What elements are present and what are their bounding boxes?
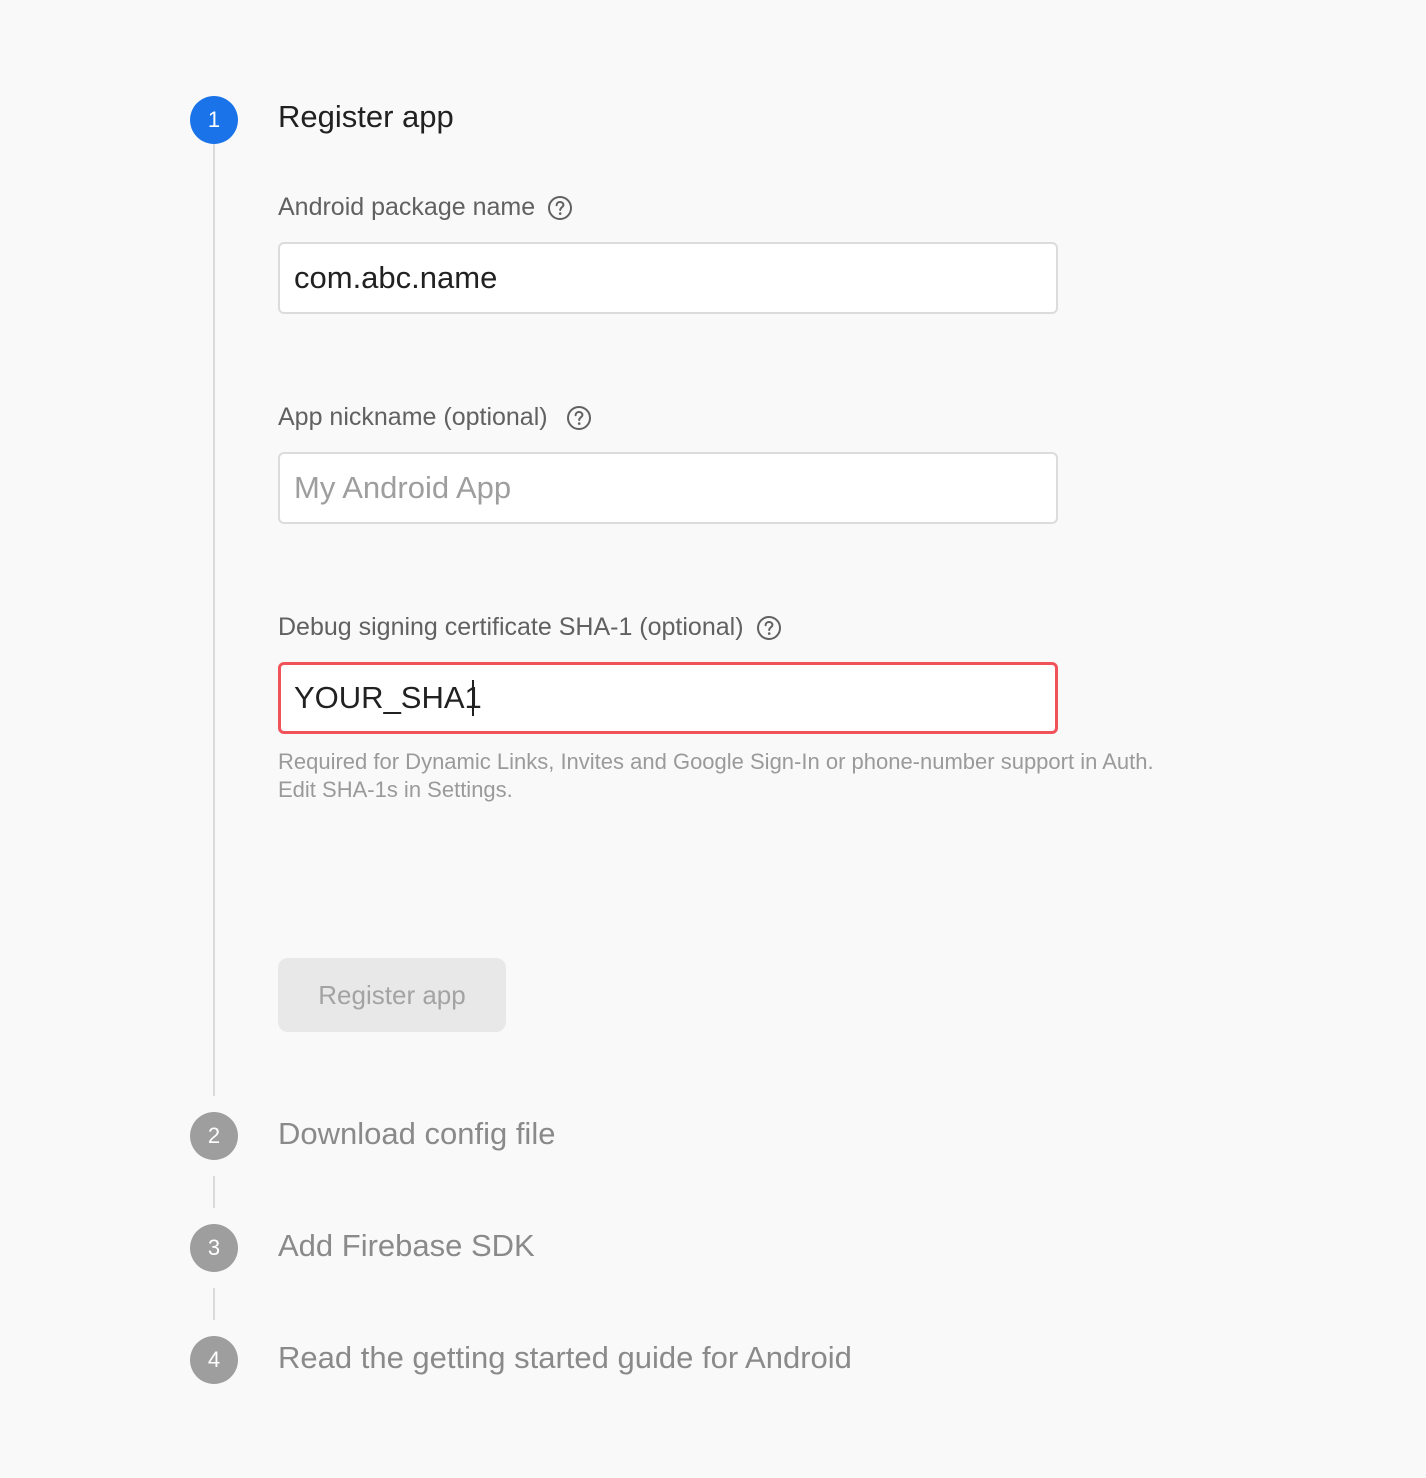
package-name-input[interactable]: [278, 242, 1058, 314]
app-nickname-input[interactable]: [278, 452, 1058, 524]
sha1-label: Debug signing certificate SHA-1 (optiona…: [278, 613, 782, 642]
step-title[interactable]: Add Firebase SDK: [278, 1228, 535, 1264]
step-connector-line: [213, 144, 215, 1096]
step-connector-line: [213, 1176, 215, 1208]
help-icon[interactable]: [547, 195, 573, 221]
help-icon[interactable]: [566, 405, 592, 431]
text-cursor: [472, 680, 474, 716]
step-number-badge: 4: [190, 1336, 238, 1384]
package-name-label: Android package name: [278, 193, 573, 222]
step-number-badge: 2: [190, 1112, 238, 1160]
step-connector-line: [213, 1288, 215, 1320]
help-icon[interactable]: [756, 615, 782, 641]
register-app-button[interactable]: Register app: [278, 958, 506, 1032]
step-title[interactable]: Read the getting started guide for Andro…: [278, 1340, 852, 1376]
package-name-label-text: Android package name: [278, 193, 536, 221]
sha1-input[interactable]: [278, 662, 1058, 734]
app-nickname-label-text: App nickname (optional): [278, 403, 548, 431]
step-title[interactable]: Download config file: [278, 1116, 555, 1152]
sha1-hint-text: Required for Dynamic Links, Invites and …: [278, 749, 1154, 802]
app-nickname-label: App nickname (optional): [278, 403, 592, 432]
step-title: Register app: [278, 99, 454, 134]
sha1-label-text: Debug signing certificate SHA-1 (optiona…: [278, 613, 744, 641]
step-number-badge: 3: [190, 1224, 238, 1272]
step-number-badge: 1: [190, 96, 238, 144]
